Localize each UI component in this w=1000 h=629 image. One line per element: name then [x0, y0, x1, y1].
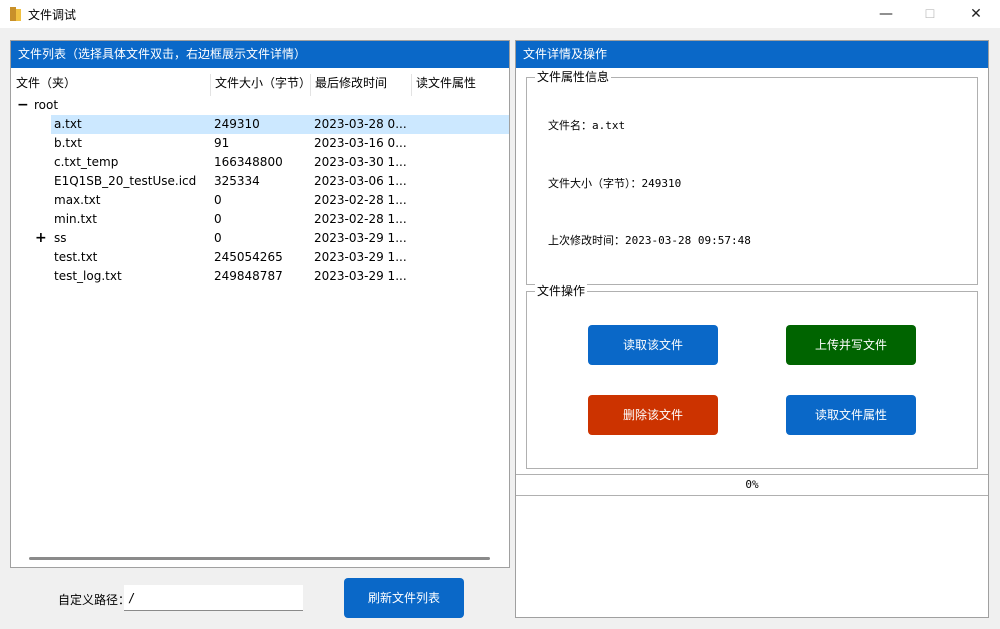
file-size-cell: 91 — [214, 136, 230, 150]
file-modified-cell: 2023-02-28 1... — [314, 212, 407, 226]
progress-bar: 0% — [516, 474, 988, 496]
window-title: 文件调试 — [28, 8, 77, 22]
minimize-button[interactable]: — — [863, 0, 909, 28]
file-list-panel: 文件列表（选择具体文件双击，右边框展示文件详情） 文件（夹） 文件大小（字节） … — [10, 40, 510, 568]
selection-highlight — [51, 115, 509, 134]
table-row[interactable]: test.txt 245054265 2023-03-29 1... — [11, 248, 509, 267]
file-name-cell: max.txt — [54, 193, 101, 207]
file-name-cell: test.txt — [54, 250, 98, 264]
column-header-size[interactable]: 文件大小（字节） — [215, 74, 311, 92]
table-row[interactable]: max.txt 0 2023-02-28 1... — [11, 191, 509, 210]
delete-file-button[interactable]: 删除该文件 — [588, 395, 718, 435]
file-info-group: 文件属性信息 文件名：a.txt 文件大小（字节）：249310 上次修改时间：… — [526, 70, 978, 285]
table-row[interactable]: c.txt_temp 166348800 2023-03-30 1... — [11, 153, 509, 172]
column-separator[interactable] — [310, 74, 311, 96]
app-icon — [10, 7, 22, 21]
table-row[interactable]: b.txt 91 2023-03-16 0... — [11, 134, 509, 153]
column-separator[interactable] — [411, 74, 412, 96]
tree-root-row[interactable]: − root — [11, 96, 509, 115]
file-name-cell: test_log.txt — [54, 269, 122, 283]
horizontal-scrollbar[interactable] — [29, 557, 490, 560]
title-bar: 文件调试 — ☐ ✕ — [0, 0, 1000, 28]
column-header-name[interactable]: 文件（夹） — [16, 74, 76, 92]
close-button[interactable]: ✕ — [953, 0, 999, 28]
file-name-cell: a.txt — [54, 117, 82, 131]
table-row[interactable]: test_log.txt 249848787 2023-03-29 1... — [11, 267, 509, 286]
file-modified-cell: 2023-03-30 1... — [314, 155, 407, 169]
table-row[interactable]: E1Q1SB_20_testUse.icd 325334 2023-03-06 1.… — [11, 172, 509, 191]
file-operations-group: 文件操作 读取该文件 上传并写文件 删除该文件 读取文件属性 — [526, 284, 978, 469]
read-file-attributes-button[interactable]: 读取文件属性 — [786, 395, 916, 435]
file-modified-cell: 2023-03-16 0... — [314, 136, 407, 150]
file-size-cell: 0 — [214, 212, 222, 226]
file-detail-panel: 文件详情及操作 文件属性信息 文件名：a.txt 文件大小（字节）：249310… — [515, 40, 989, 618]
table-row[interactable]: min.txt 0 2023-02-28 1... — [11, 210, 509, 229]
tree-root-label: root — [34, 98, 59, 112]
column-separator[interactable] — [210, 74, 211, 96]
file-name-cell: c.txt_temp — [54, 155, 119, 169]
refresh-file-list-button[interactable]: 刷新文件列表 — [344, 578, 464, 618]
custom-path-label: 自定义路径： — [58, 593, 131, 607]
progress-text: 0% — [745, 478, 759, 491]
file-modified-cell: 2023-03-29 1... — [314, 250, 407, 264]
file-modified-cell: 2023-03-28 0... — [314, 117, 407, 131]
file-modified-cell: 2023-03-29 1... — [314, 231, 407, 245]
file-name-info: 文件名：a.txt — [548, 119, 626, 132]
upload-write-file-button[interactable]: 上传并写文件 — [786, 325, 916, 365]
file-size-cell: 0 — [214, 193, 222, 207]
collapse-icon[interactable]: − — [17, 96, 29, 115]
read-file-button[interactable]: 读取该文件 — [588, 325, 718, 365]
file-size-cell: 249310 — [214, 117, 260, 131]
file-name-cell: b.txt — [54, 136, 82, 150]
file-size-cell: 249848787 — [214, 269, 283, 283]
column-header-attributes[interactable]: 读文件属性 — [416, 74, 476, 92]
table-row[interactable]: a.txt 249310 2023-03-28 0... — [11, 115, 509, 134]
maximize-button[interactable]: ☐ — [907, 0, 953, 28]
file-detail-header: 文件详情及操作 — [516, 41, 988, 68]
file-modified-cell: 2023-03-29 1... — [314, 269, 407, 283]
file-size-cell: 166348800 — [214, 155, 283, 169]
file-modified-cell: 2023-03-06 1... — [314, 174, 407, 188]
file-name-cell: ss — [54, 231, 67, 245]
custom-path-input[interactable] — [124, 585, 303, 611]
file-operations-group-title: 文件操作 — [535, 284, 588, 298]
file-modified-cell: 2023-02-28 1... — [314, 193, 407, 207]
file-size-cell: 245054265 — [214, 250, 283, 264]
file-size-info: 文件大小（字节）：249310 — [548, 177, 682, 190]
file-info-group-title: 文件属性信息 — [535, 70, 612, 84]
file-size-cell: 0 — [214, 231, 222, 245]
column-header-modified[interactable]: 最后修改时间 — [315, 74, 387, 92]
expand-icon[interactable]: + — [35, 229, 47, 248]
file-name-cell: E1Q1SB_20_testUse.icd — [54, 174, 197, 188]
file-name-cell: min.txt — [54, 212, 97, 226]
file-modified-info: 上次修改时间：2023-03-28 09:57:48 — [548, 234, 751, 247]
table-row[interactable]: + ss 0 2023-03-29 1... — [11, 229, 509, 248]
file-size-cell: 325334 — [214, 174, 260, 188]
file-list-header: 文件列表（选择具体文件双击，右边框展示文件详情） — [11, 41, 509, 68]
